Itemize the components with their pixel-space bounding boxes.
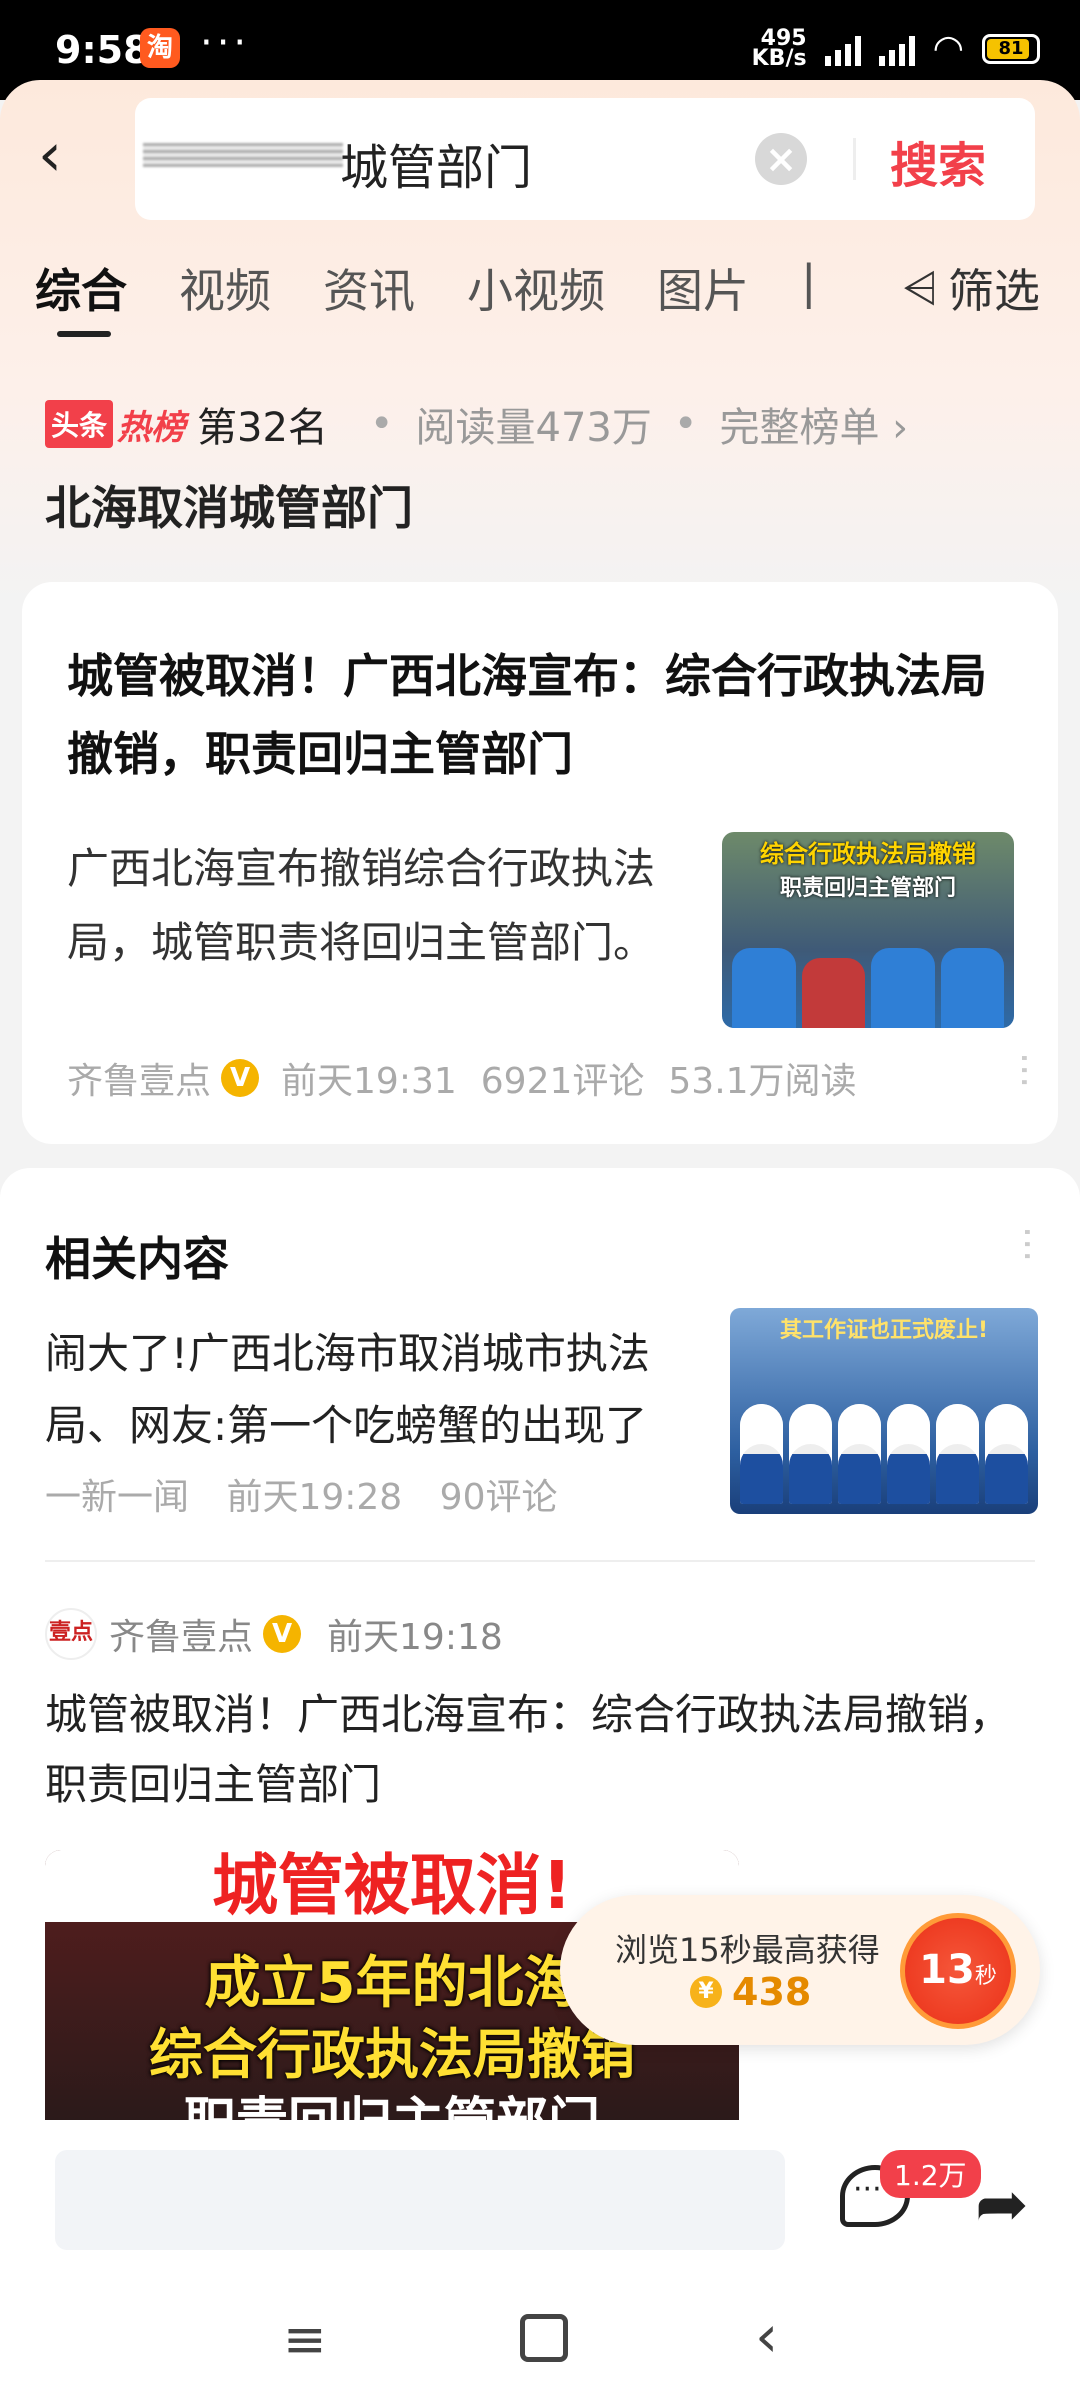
reading-reward-widget[interactable]: 浏览15秒最高获得 ¥ 438 13秒 <box>560 1895 1040 2045</box>
signal-icon-2 <box>878 32 915 66</box>
search-box[interactable]: 城管部门 × 搜索 <box>135 98 1035 220</box>
home-icon[interactable] <box>520 2314 568 2362</box>
article-meta: 齐鲁壹点 V 前天19:31 6921评论 53.1万阅读 <box>67 1052 881 1104</box>
more-options-icon[interactable]: ··· <box>1002 1052 1046 1088</box>
clear-icon[interactable]: × <box>755 133 807 185</box>
post-author[interactable]: 齐鲁壹点 <box>109 1608 253 1660</box>
article-title[interactable]: 城管被取消！广西北海宣布：综合行政执法局撤销，职责回归主管部门 <box>67 637 1007 793</box>
coin-icon: ¥ <box>690 1976 722 2008</box>
status-right: 495 KB/s ◠ 81 <box>751 25 1040 71</box>
verified-icon: V <box>221 1059 260 1097</box>
system-back-icon[interactable]: ‹ <box>755 2302 778 2370</box>
more-options-icon[interactable]: ··· <box>1005 1226 1049 1262</box>
filter-label: 筛选 <box>948 264 1040 318</box>
separator-dot: • <box>369 401 394 447</box>
reward-coins: ¥ 438 <box>690 1970 811 2014</box>
divider <box>45 1560 1035 1562</box>
reward-text: 浏览15秒最高获得 <box>615 1931 880 1969</box>
signal-icon <box>824 32 861 66</box>
related-heading: 相关内容 <box>45 1232 229 1286</box>
top-article-card[interactable]: 城管被取消！广西北海宣布：综合行政执法局撤销，职责回归主管部门 广西北海宣布撤销… <box>22 582 1058 1144</box>
verified-icon: V <box>263 1615 302 1653</box>
search-button[interactable]: 搜索 <box>890 126 986 196</box>
related-item-comments: 90评论 <box>439 1477 558 1518</box>
hot-reads: 阅读量473万 <box>415 405 652 451</box>
tab-partial[interactable]: | <box>801 255 817 321</box>
tab-video[interactable]: 视频 <box>179 255 271 321</box>
article-summary: 广西北海宣布撤销综合行政执法局，城管职责将回归主管部门。 <box>67 844 656 967</box>
countdown-timer: 13秒 <box>900 1913 1016 2029</box>
filter-button[interactable]: ⩤ 筛选 <box>903 255 1040 321</box>
avatar[interactable]: 壹点 <box>45 1608 97 1660</box>
toutiao-hot-logo: 头条 热榜 <box>45 400 185 449</box>
comment-input[interactable] <box>55 2150 785 2250</box>
related-item-title[interactable]: 闹大了!广西北海市取消城市执法局、网友:第一个吃螃蟹的出现了 <box>45 1318 685 1462</box>
battery-icon: 81 <box>982 33 1040 64</box>
full-list-link[interactable]: 完整榜单 › <box>719 395 908 453</box>
search-divider <box>853 138 856 180</box>
network-speed: 495 KB/s <box>751 25 807 71</box>
filter-icon: ⩤ <box>902 262 938 314</box>
related-item-source: 一新一闻 <box>45 1477 190 1518</box>
status-time: 9:58 <box>55 28 150 72</box>
tab-bar: 综合 视频 资讯 小视频 图片 | <box>35 255 827 337</box>
search-blurred-text <box>143 143 343 167</box>
hot-topic-title[interactable]: 北海取消城管部门 <box>45 472 413 538</box>
tab-short-video[interactable]: 小视频 <box>467 255 605 321</box>
article-comments: 6921评论 <box>480 1061 645 1102</box>
post-author-row[interactable]: 壹点 齐鲁壹点 V 前天19:18 <box>45 1608 503 1660</box>
hot-rank: 第32名 <box>197 405 328 451</box>
post-time: 前天19:18 <box>327 1617 503 1658</box>
article-thumbnail[interactable]: 综合行政执法局撤销 职责回归主管部门 <box>722 832 1014 1028</box>
article-author[interactable]: 齐鲁壹点 <box>67 1052 211 1104</box>
post-title[interactable]: 城管被取消！广西北海宣布：综合行政执法局撤销，职责回归主管部门 <box>45 1680 1035 1820</box>
tab-news[interactable]: 资讯 <box>323 255 415 321</box>
search-input[interactable]: 城管部门 <box>340 128 532 198</box>
tab-images[interactable]: 图片 <box>657 255 749 321</box>
article-time: 前天19:31 <box>281 1061 457 1102</box>
tab-comprehensive[interactable]: 综合 <box>35 255 127 337</box>
taobao-app-icon: 淘 <box>140 28 180 68</box>
comment-count-badge: 1.2万 <box>880 2150 981 2198</box>
related-item-time: 前天19:28 <box>226 1477 403 1518</box>
wifi-icon: ◠ <box>932 28 964 69</box>
article-reads: 53.1万阅读 <box>668 1061 857 1102</box>
back-icon[interactable]: ‹ <box>38 125 88 185</box>
share-icon[interactable]: ➦ <box>975 2168 1029 2242</box>
system-nav-bar: ≡ ‹ <box>0 2280 1080 2400</box>
hot-list-line[interactable]: 头条 热榜 第32名 • 阅读量473万 • 完整榜单 › <box>45 395 908 453</box>
related-item-thumbnail[interactable]: 其工作证也正式废止! <box>730 1308 1038 1514</box>
related-item-meta: 一新一闻 前天19:28 90评论 <box>45 1468 583 1520</box>
recent-apps-icon[interactable]: ≡ <box>283 2310 327 2370</box>
more-notifications-icon: ··· <box>200 20 251 66</box>
separator-dot: • <box>673 401 698 447</box>
